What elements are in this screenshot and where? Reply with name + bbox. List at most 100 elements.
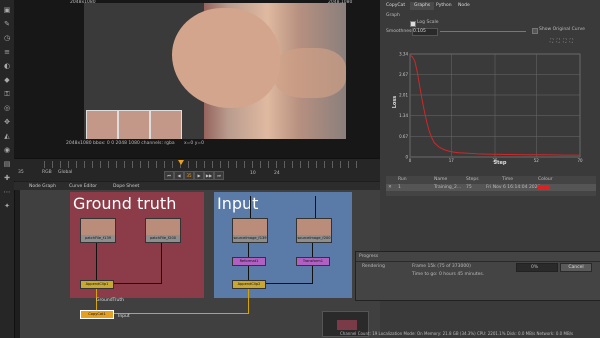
- fps-field[interactable]: 24: [274, 171, 280, 176]
- y-tick-label: 0.67: [399, 134, 408, 139]
- last-frame-button[interactable]: ⏭: [214, 171, 224, 180]
- copycat-node[interactable]: CopyCat1: [80, 310, 114, 319]
- image-icon[interactable]: ▣: [3, 6, 11, 14]
- transform-node[interactable]: Transform1: [296, 257, 330, 266]
- channel-select[interactable]: RGB: [42, 170, 52, 175]
- transform-icon[interactable]: ✥: [3, 118, 11, 126]
- views-icon[interactable]: ◉: [3, 146, 11, 154]
- background-blur: [274, 48, 346, 98]
- other-icon[interactable]: ⋯: [3, 188, 11, 196]
- tab-node-graph[interactable]: Node Graph: [26, 183, 59, 190]
- patch-thumbnail: [118, 110, 150, 139]
- append-clip-input-node[interactable]: AppendClip2: [232, 280, 266, 289]
- progress-dialog: Progress Rendering Frame 15k (75 of 3730…: [355, 251, 600, 301]
- keyer-icon[interactable]: ⚿: [3, 90, 11, 98]
- y-axis-label: Loss: [392, 96, 398, 109]
- prev-frame-button[interactable]: ◀: [174, 171, 184, 180]
- progress-percent: 0%: [531, 265, 539, 270]
- properties-tab-bar: CopyCat Graphs Python Node: [380, 2, 600, 10]
- increment-field[interactable]: 10: [250, 171, 256, 176]
- run-name: Training_2...: [434, 185, 462, 190]
- frame-field[interactable]: 35: [18, 170, 24, 175]
- run-table: Run Name Steps Time Colour ✕ 1 Training_…: [386, 176, 596, 196]
- first-frame-button[interactable]: ⏮: [164, 171, 174, 180]
- table-row[interactable]: ✕ 1 Training_2... 75 Fri Nov 6 16:14:04 …: [386, 184, 596, 191]
- run-colour-swatch[interactable]: [538, 185, 550, 190]
- x-axis-label: Step: [494, 160, 507, 166]
- smoothness-label: Smoothness: [386, 29, 414, 34]
- wire-label-input: Input: [118, 314, 130, 319]
- col-name: Name: [434, 177, 448, 182]
- node-label: sourceImage_f200: [297, 235, 331, 242]
- read-node-input-1[interactable]: sourceImage_f139: [232, 218, 268, 243]
- color-icon[interactable]: ◐: [3, 62, 11, 70]
- timeline-ruler[interactable]: [44, 161, 364, 168]
- x-tick-label: 0: [409, 158, 412, 163]
- run-number: 1: [398, 185, 401, 190]
- dialog-title: Progress: [359, 254, 379, 259]
- col-time: Time: [502, 177, 514, 182]
- toolsets-icon[interactable]: ✚: [3, 174, 11, 182]
- cancel-button[interactable]: Cancel: [560, 263, 592, 272]
- append-clip-gt-node[interactable]: AppendClip1: [80, 280, 114, 289]
- loss-chart[interactable]: 0 17 35 52 70 00.671.342.012.673.34 Step Los…: [380, 44, 600, 168]
- remove-run-icon[interactable]: ✕: [388, 185, 392, 190]
- viewer-coords: x=0 y=0: [184, 141, 205, 146]
- play-button[interactable]: ▶: [194, 171, 204, 180]
- time-remaining: Time to go: 0 hours 45 minutes.: [412, 272, 485, 277]
- y-tick-label: 2.01: [399, 93, 408, 98]
- x-tick-label: 52: [534, 158, 540, 163]
- y-tick-label: 3.34: [399, 52, 408, 57]
- reformat-node[interactable]: Reformat1: [232, 257, 266, 266]
- y-tick-label: 2.67: [399, 72, 408, 77]
- status-bar: Channel Count: 19 Localization Mode: On …: [340, 331, 574, 336]
- node-label: sourceImage_f139: [233, 235, 267, 242]
- x-tick-label: 70: [577, 158, 583, 163]
- backdrop-title: Ground truth: [73, 194, 177, 213]
- run-time: Fri Nov 6 16:14:04 2020: [486, 185, 541, 190]
- filter-icon[interactable]: ◆: [3, 76, 11, 84]
- tab-curve-editor[interactable]: Curve Editor: [66, 183, 100, 190]
- node-thumbnail: [233, 219, 267, 235]
- smoothness-slider[interactable]: [440, 31, 526, 32]
- viewer-info-line: 2048x1080 bbox: 0 0 2048 1080 channels: …: [66, 141, 175, 146]
- patch-thumbnail: [150, 110, 182, 139]
- tab-graphs[interactable]: Graphs: [410, 2, 435, 10]
- node-label: patchFile_f200: [146, 235, 180, 242]
- patch-thumbnail: [86, 110, 118, 139]
- progress-bar: 0%: [516, 263, 558, 272]
- backdrop-title: Input: [217, 194, 259, 213]
- show-original-checkbox[interactable]: [532, 28, 538, 34]
- tab-copycat[interactable]: CopyCat: [382, 2, 409, 10]
- wire-label-groundtruth: GroundTruth: [96, 298, 124, 303]
- read-node-gt-1[interactable]: patchFile_f139: [80, 218, 116, 243]
- smoothness-field[interactable]: 0.105: [412, 28, 438, 36]
- draw-icon[interactable]: ✎: [3, 20, 11, 28]
- colorspace-select[interactable]: Global: [58, 170, 72, 175]
- tab-node[interactable]: Node: [454, 2, 474, 10]
- x-tick-label: 17: [449, 158, 455, 163]
- show-original-label: Show Original Curve: [539, 27, 585, 32]
- task-label: Rendering: [362, 264, 385, 269]
- graph-section-label: Graph: [386, 13, 400, 18]
- read-node-input-2[interactable]: sourceImage_f200: [296, 218, 332, 243]
- tab-python[interactable]: Python: [432, 2, 456, 10]
- viewer-image: [84, 3, 346, 139]
- bottom-tab-bar: Node Graph Curve Editor Dope Sheet: [14, 182, 380, 190]
- time-icon[interactable]: ◷: [3, 34, 11, 42]
- next-frame-button[interactable]: ▶▶: [204, 171, 214, 180]
- viewer[interactable]: 2048x1080 2048,1080 2048x1080 bbox: 0 0 …: [14, 0, 380, 158]
- timeline-bar[interactable]: 35 RGB Global ⏮ ◀ 35 ▶ ▶▶ ⏭ 10 24: [14, 158, 380, 181]
- read-node-gt-2[interactable]: patchFile_f200: [145, 218, 181, 243]
- channel-icon[interactable]: ≡: [3, 48, 11, 56]
- node-label: patchFile_f139: [81, 235, 115, 242]
- node-thumbnail: [81, 219, 115, 235]
- metadata-icon[interactable]: ▤: [3, 160, 11, 168]
- log-scale-checkbox[interactable]: [410, 21, 416, 27]
- 3d-icon[interactable]: ◭: [3, 132, 11, 140]
- current-frame-field[interactable]: 35: [184, 171, 194, 180]
- merge-icon[interactable]: ◎: [3, 104, 11, 112]
- tab-dope-sheet[interactable]: Dope Sheet: [110, 183, 142, 190]
- ml-icon[interactable]: ✦: [3, 202, 11, 210]
- y-tick-label: 1.34: [399, 113, 408, 118]
